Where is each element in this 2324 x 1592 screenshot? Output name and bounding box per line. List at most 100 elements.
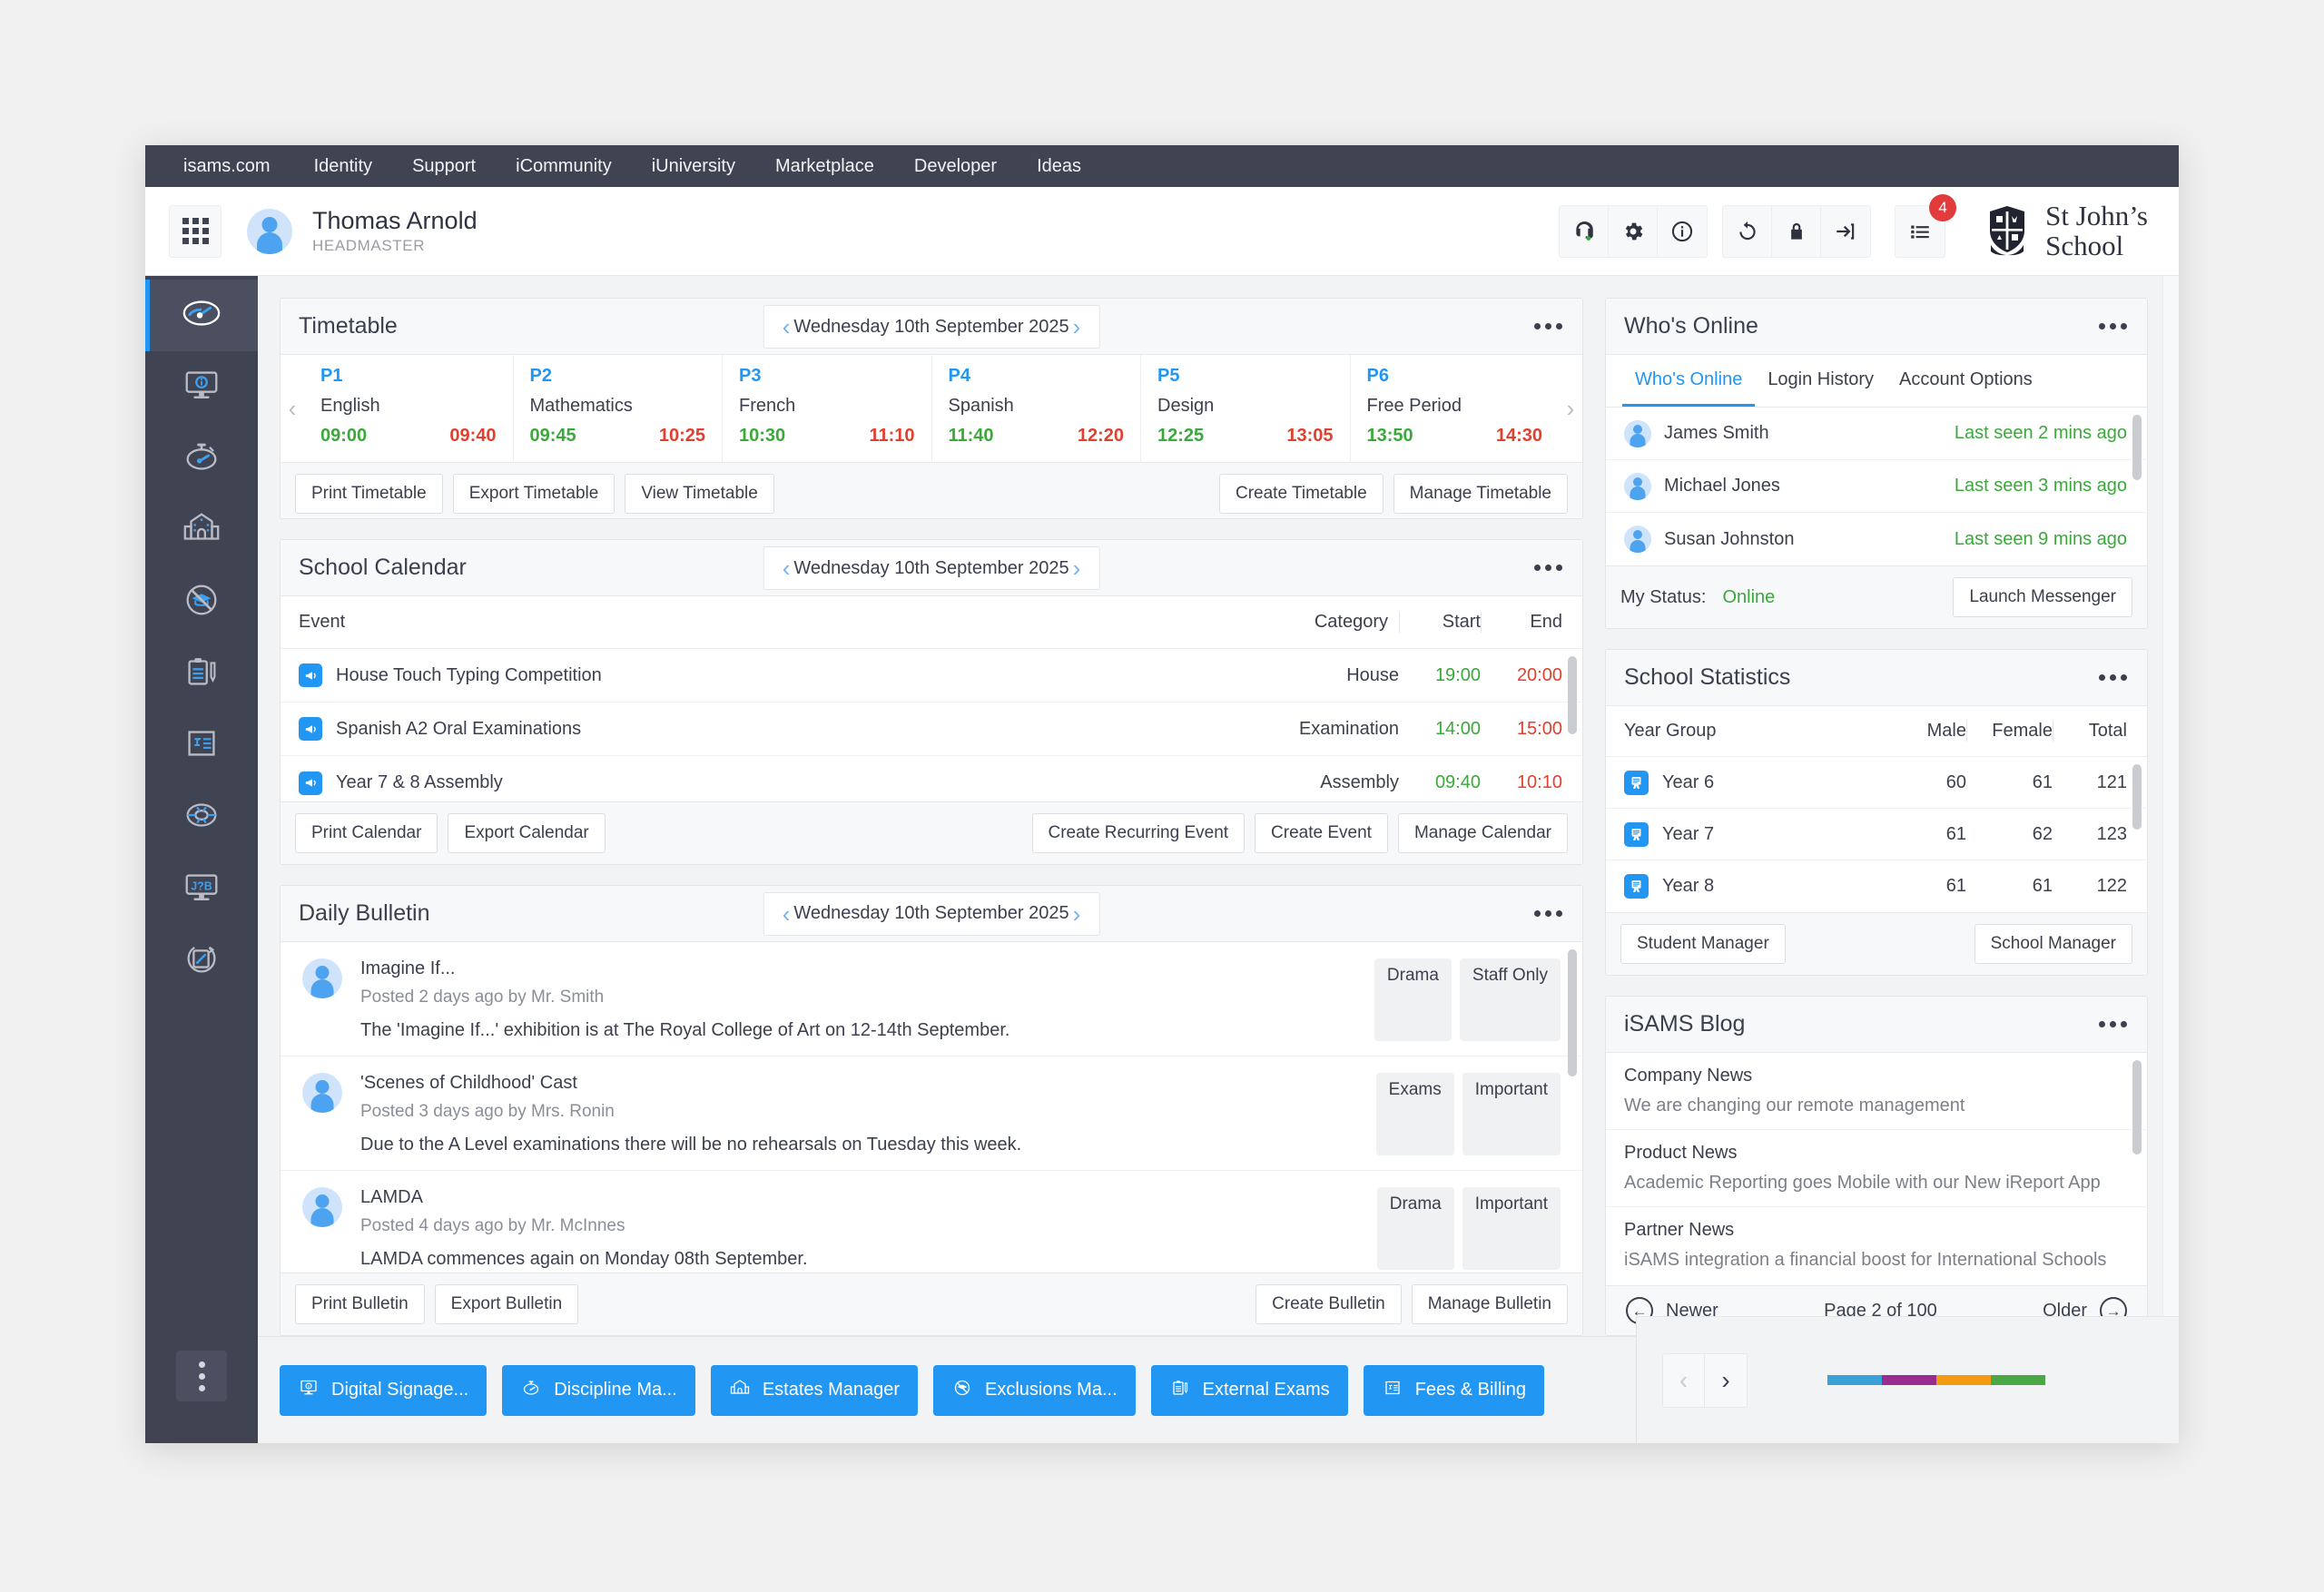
- blog-scrollbar-thumb[interactable]: [2132, 1060, 2142, 1155]
- calendar-scrollbar-thumb[interactable]: [1568, 656, 1577, 735]
- bulletin-date-prev-icon[interactable]: ‹: [779, 902, 794, 926]
- table-row[interactable]: Year 6 60 61 121: [1606, 757, 2147, 809]
- sidebar-item-exclusions-manager[interactable]: [145, 566, 258, 638]
- app-button-exclusions-manager[interactable]: Exclusions Ma...: [933, 1364, 1136, 1416]
- export-timetable-button[interactable]: Export Timetable: [452, 474, 615, 514]
- create-bulletin-button[interactable]: Create Bulletin: [1256, 1284, 1402, 1325]
- table-row[interactable]: Year 7 61 62 123: [1606, 809, 2147, 860]
- print-calendar-button[interactable]: Print Calendar: [295, 812, 438, 853]
- view-timetable-button[interactable]: View Timetable: [625, 474, 774, 514]
- launcher-prev-icon[interactable]: ‹: [1663, 1353, 1705, 1407]
- calendar-date-prev-icon[interactable]: ‹: [779, 556, 794, 580]
- support-headset-button[interactable]: [1560, 205, 1610, 257]
- list-item[interactable]: Susan Johnston Last seen 9 mins ago: [1606, 513, 2147, 565]
- list-item[interactable]: Michael Jones Last seen 3 mins ago: [1606, 460, 2147, 513]
- launcher-next-icon[interactable]: ›: [1705, 1354, 1747, 1407]
- manage-calendar-button[interactable]: Manage Calendar: [1397, 812, 1568, 853]
- tab-account-options[interactable]: Account Options: [1886, 355, 2045, 407]
- student-manager-button[interactable]: Student Manager: [1620, 924, 1786, 964]
- school-building-icon: [729, 1377, 751, 1404]
- apps-grid-button[interactable]: [169, 204, 222, 258]
- list-item[interactable]: LAMDA Posted 4 days ago by Mr. McInnes L…: [281, 1171, 1582, 1273]
- info-button[interactable]: [1658, 206, 1707, 257]
- app-button-discipline-manager[interactable]: Discipline Ma...: [502, 1364, 695, 1416]
- timetable-period-cell[interactable]: P4 Spanish 11:40 12:20: [931, 355, 1141, 462]
- launch-messenger-button[interactable]: Launch Messenger: [1953, 577, 2132, 617]
- whos-online-options-button[interactable]: [2097, 316, 2129, 337]
- timetable-period-cell[interactable]: P5 Design 12:25 13:05: [1140, 355, 1350, 462]
- timetable-date-selector[interactable]: ‹ Wednesday 10th September 2025 ›: [763, 305, 1100, 349]
- sidebar-item-dashboard[interactable]: [145, 280, 258, 351]
- timetable-period-cell[interactable]: P1 English 09:00 09:40: [304, 355, 513, 462]
- calendar-date-selector[interactable]: ‹ Wednesday 10th September 2025 ›: [763, 546, 1100, 591]
- login-button[interactable]: [1821, 206, 1870, 257]
- export-calendar-button[interactable]: Export Calendar: [448, 812, 606, 853]
- manage-timetable-button[interactable]: Manage Timetable: [1393, 474, 1568, 514]
- sidebar-item-help-support[interactable]: [145, 781, 258, 853]
- sidebar-item-information-screens[interactable]: [145, 351, 258, 423]
- settings-button[interactable]: [1609, 205, 1659, 257]
- manage-bulletin-button[interactable]: Manage Bulletin: [1411, 1284, 1568, 1325]
- sidebar-item-fees-billing[interactable]: [145, 710, 258, 781]
- sidebar-item-task-manager[interactable]: [145, 925, 258, 997]
- timetable-period-cell[interactable]: P3 French 10:30 11:10: [722, 355, 931, 462]
- statistics-footer: Student Manager School Manager: [1606, 912, 2147, 975]
- create-event-button[interactable]: Create Event: [1255, 812, 1388, 853]
- timetable-date-prev-icon[interactable]: ‹: [779, 315, 794, 339]
- topnav-link-marketplace[interactable]: Marketplace: [775, 156, 874, 177]
- calendar-date-next-icon[interactable]: ›: [1069, 556, 1085, 580]
- export-bulletin-button[interactable]: Export Bulletin: [434, 1284, 579, 1325]
- topnav-link-support[interactable]: Support: [412, 156, 476, 177]
- school-manager-button[interactable]: School Manager: [1974, 924, 2132, 964]
- lock-button[interactable]: [1772, 205, 1822, 257]
- table-row[interactable]: House Touch Typing Competition House 19:…: [281, 649, 1582, 703]
- print-bulletin-button[interactable]: Print Bulletin: [295, 1284, 425, 1325]
- topnav-link-isams[interactable]: isams.com: [183, 156, 271, 177]
- blog-options-button[interactable]: [2097, 1014, 2129, 1035]
- list-item[interactable]: Partner News iSAMS integration a financi…: [1606, 1207, 2147, 1283]
- topnav-link-identity[interactable]: Identity: [314, 156, 372, 177]
- table-row[interactable]: Spanish A2 Oral Examinations Examination…: [281, 703, 1582, 757]
- timetable-options-button[interactable]: [1532, 316, 1564, 337]
- list-item[interactable]: Company News We are changing our remote …: [1606, 1053, 2147, 1130]
- create-recurring-event-button[interactable]: Create Recurring Event: [1031, 812, 1246, 853]
- table-row[interactable]: Year 7 & 8 Assembly Assembly 09:40 10:10: [281, 756, 1582, 801]
- topnav-link-iuniversity[interactable]: iUniversity: [652, 156, 735, 177]
- app-button-fees-billing[interactable]: Fees & Billing: [1363, 1364, 1544, 1416]
- print-timetable-button[interactable]: Print Timetable: [295, 474, 443, 514]
- topnav-link-icommunity[interactable]: iCommunity: [516, 156, 612, 177]
- sidebar-item-estates-manager[interactable]: [145, 495, 258, 566]
- list-item[interactable]: 'Scenes of Childhood' Cast Posted 3 days…: [281, 1056, 1582, 1171]
- sidebar-more-button[interactable]: [176, 1351, 227, 1401]
- bulletin-options-button[interactable]: [1532, 903, 1564, 924]
- tab-whos-online[interactable]: Who's Online: [1622, 355, 1756, 407]
- timetable-date-next-icon[interactable]: ›: [1069, 315, 1085, 339]
- bulletin-date-next-icon[interactable]: ›: [1069, 902, 1085, 926]
- list-item[interactable]: Imagine If... Posted 2 days ago by Mr. S…: [281, 942, 1582, 1056]
- statistics-options-button[interactable]: [2097, 667, 2129, 688]
- topnav-link-developer[interactable]: Developer: [914, 156, 997, 177]
- statistics-scrollbar-thumb[interactable]: [2132, 764, 2142, 830]
- list-item[interactable]: James Smith Last seen 2 mins ago: [1606, 408, 2147, 460]
- whos-online-scrollbar-thumb[interactable]: [2132, 415, 2142, 480]
- create-timetable-button[interactable]: Create Timetable: [1218, 474, 1384, 514]
- bulletin-date-selector[interactable]: ‹ Wednesday 10th September 2025 ›: [763, 891, 1100, 936]
- timetable-next-icon[interactable]: ›: [1559, 355, 1582, 462]
- topnav-link-ideas[interactable]: Ideas: [1037, 156, 1081, 177]
- sidebar-item-job-board[interactable]: J?B: [145, 853, 258, 925]
- list-item[interactable]: Product News Academic Reporting goes Mob…: [1606, 1130, 2147, 1207]
- sidebar-item-discipline-manager[interactable]: [145, 423, 258, 495]
- tab-login-history[interactable]: Login History: [1755, 355, 1886, 407]
- table-row[interactable]: Year 8 61 61 122: [1606, 860, 2147, 912]
- bulletin-scrollbar-thumb[interactable]: [1568, 948, 1577, 1076]
- sidebar-item-external-exams[interactable]: [145, 638, 258, 710]
- refresh-button[interactable]: [1723, 205, 1773, 257]
- timetable-prev-icon[interactable]: ‹: [281, 355, 304, 462]
- main-scrollbar-track[interactable]: [2162, 276, 2179, 1336]
- calendar-options-button[interactable]: [1532, 557, 1564, 578]
- app-button-external-exams[interactable]: External Exams: [1150, 1364, 1348, 1416]
- app-button-digital-signage[interactable]: Digital Signage...: [280, 1364, 487, 1416]
- app-button-estates-manager[interactable]: Estates Manager: [710, 1364, 919, 1416]
- timetable-period-cell[interactable]: P6 Free Period 13:50 14:30: [1349, 355, 1560, 462]
- timetable-period-cell[interactable]: P2 Mathematics 09:45 10:25: [512, 355, 723, 462]
